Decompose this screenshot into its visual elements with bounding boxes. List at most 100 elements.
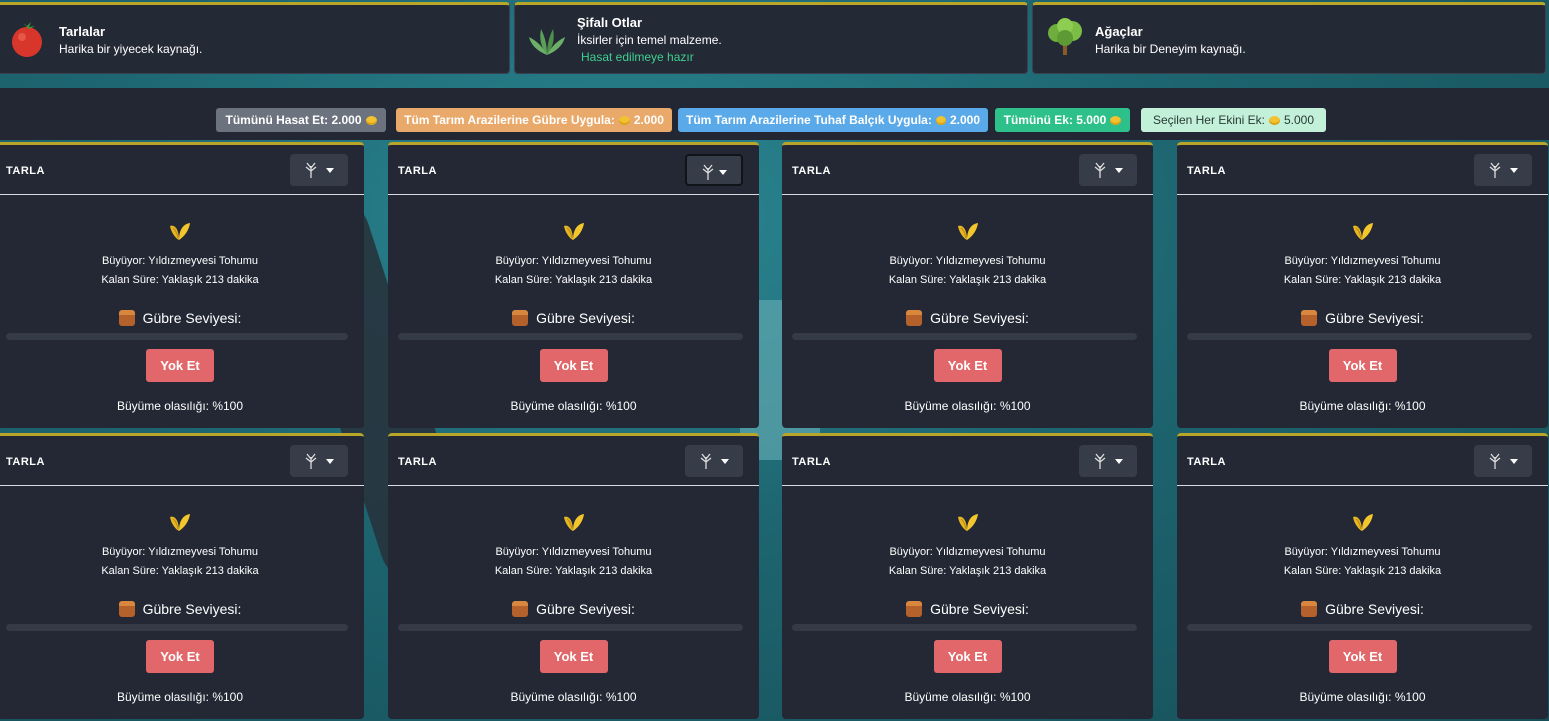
growth-chance-text: Büyüme olasılığı: %100 [904,399,1031,413]
starfruit-seed-icon [1352,223,1373,240]
starfruit-seed-icon [563,223,584,240]
plant-selected-label: Seçilen Her Ekini Ek: [1152,113,1265,127]
category-title: Tarlalar [59,24,106,39]
destroy-button[interactable]: Yok Et [539,640,608,673]
category-title: Ağaçlar [1095,24,1143,39]
growing-text: Büyüyor: Yıldızmeyvesi Tohumu [1284,546,1441,558]
feather-icon [702,164,714,180]
chevron-down-icon [721,459,729,464]
bulk-action-bar: Tümünü Hasat Et: 2.000 Tüm Tarım Arazile… [0,88,1549,140]
seed-dropdown[interactable] [1079,154,1137,186]
category-description: Harika bir yiyecek kaynağı. [59,42,203,56]
plot-header: TARLA [388,145,759,195]
harvest-all-button[interactable]: Tümünü Hasat Et: 2.000 [216,108,386,132]
remaining-time-text: Kalan Süre: Yaklaşık 213 dakika [1283,274,1442,286]
herb-icon [529,29,565,55]
coin-icon [365,115,377,125]
starfruit-seed-icon [170,223,190,240]
plot-header: TARLA [782,436,1153,486]
plot-card: TARLA Büyüyor: Yıldızmeyvesi Tohumu Kala… [1177,433,1548,719]
plot-title: TARLA [1187,165,1226,177]
fertilizer-level-row: Gübre Seviyesi: [388,601,759,617]
chevron-down-icon [326,168,334,173]
remaining-time-text: Kalan Süre: Yaklaşık 213 dakika [494,565,653,577]
growing-text: Büyüyor: Yıldızmeyvesi Tohumu [101,255,259,267]
remaining-time-text: Kalan Süre: Yaklaşık 213 dakika [101,565,259,577]
slime-all-label: Tüm Tarım Arazilerine Tuhaf Balçık Uygul… [686,113,932,127]
plot-title: TARLA [6,456,45,468]
fertilizer-level-label: Gübre Seviyesi: [930,601,1029,617]
growing-text: Büyüyor: Yıldızmeyvesi Tohumu [1284,255,1441,267]
seed-dropdown[interactable] [1474,154,1532,186]
growing-text: Büyüyor: Yıldızmeyvesi Tohumu [495,255,652,267]
slime-all-price: 2.000 [949,113,980,127]
plant-all-button[interactable]: Tümünü Ek: 5.000 [995,108,1130,132]
seed-dropdown[interactable] [290,445,348,477]
fertilizer-progress-bar [1187,624,1532,631]
plot-title: TARLA [398,165,437,177]
tomato-icon [12,22,42,57]
feather-icon [1489,453,1501,469]
category-card-trees[interactable]: Ağaçlar Harika bir Deneyim kaynağı. [1032,2,1546,74]
plot-card: TARLA Büyüyor: Yıldızmeyvesi Tohumu Kala… [782,142,1153,428]
seed-dropdown[interactable] [685,154,743,186]
destroy-button[interactable]: Yok Et [146,640,214,673]
plot-header: TARLA [0,436,364,486]
destroy-button[interactable]: Yok Et [539,349,608,382]
plot-title: TARLA [1187,456,1226,468]
chest-icon [118,601,135,617]
plot-header: TARLA [1177,436,1548,486]
coin-icon [1110,115,1122,125]
fertilizer-level-label: Gübre Seviyesi: [142,601,242,617]
harvest-ready-status: Hasat edilmeye hazır [581,50,694,64]
harvest-all-label: Tümünü Hasat Et: 2.000 [225,113,362,127]
remaining-time-text: Kalan Süre: Yaklaşık 213 dakika [101,274,259,286]
category-title: Şifalı Otlar [577,15,643,30]
growing-text: Büyüyor: Yıldızmeyvesi Tohumu [889,546,1046,558]
category-card-herbs[interactable]: Şifalı Otlar İksirler için temel malzeme… [514,2,1028,74]
fertilizer-progress-bar [6,624,348,631]
chest-icon [906,601,923,617]
starfruit-seed-icon [563,514,584,531]
slime-all-button[interactable]: Tüm Tarım Arazilerine Tuhaf Balçık Uygul… [678,108,988,132]
chevron-down-icon [1115,459,1123,464]
chevron-down-icon [1115,168,1123,173]
destroy-button[interactable]: Yok Et [1328,640,1397,673]
chevron-down-icon [719,170,727,175]
plot-card: TARLA Büyüyor: Yıldızmeyvesi Tohumu Kala… [388,142,759,428]
chest-icon [906,310,923,326]
starfruit-seed-icon [170,514,190,531]
seed-dropdown[interactable] [685,445,743,477]
feather-icon [1489,162,1501,178]
fertilizer-level-row: Gübre Seviyesi: [1177,310,1548,326]
growth-chance-text: Büyüme olasılığı: %100 [904,690,1031,704]
remaining-time-text: Kalan Süre: Yaklaşık 213 dakika [494,274,653,286]
fertilize-all-price: 2.000 [633,113,664,127]
seed-dropdown[interactable] [290,154,348,186]
category-card-fields[interactable]: Tarlalar Harika bir yiyecek kaynağı. [0,2,510,74]
fertilize-all-button[interactable]: Tüm Tarım Arazilerine Gübre Uygula: 2.00… [396,108,672,132]
plot-header: TARLA [1177,145,1548,195]
fertilizer-progress-bar [1187,333,1532,340]
plot-card: TARLA Büyüyor: Yıldızmeyvesi Tohumu Kala… [388,433,759,719]
chest-icon [512,310,529,326]
feather-icon [1094,162,1106,178]
destroy-button[interactable]: Yok Et [1328,349,1397,382]
destroy-button[interactable]: Yok Et [933,349,1002,382]
fertilizer-progress-bar [398,333,743,340]
seed-dropdown[interactable] [1474,445,1532,477]
destroy-button[interactable]: Yok Et [933,640,1002,673]
plot-card: TARLA Büyüyor: Yıldızmeyvesi Tohumu Kala… [782,433,1153,719]
growth-chance-text: Büyüme olasılığı: %100 [1299,690,1426,704]
destroy-button[interactable]: Yok Et [146,349,214,382]
growth-chance-text: Büyüme olasılığı: %100 [510,399,637,413]
remaining-time-text: Kalan Süre: Yaklaşık 213 dakika [1283,565,1442,577]
fertilizer-level-row: Gübre Seviyesi: [782,601,1153,617]
fertilizer-level-row: Gübre Seviyesi: [782,310,1153,326]
plant-selected-button[interactable]: Seçilen Her Ekini Ek: 5.000 [1141,108,1326,132]
plot-title: TARLA [792,165,831,177]
category-description: İksirler için temel malzeme. [577,33,722,47]
seed-dropdown[interactable] [1079,445,1137,477]
fertilizer-level-label: Gübre Seviyesi: [536,310,635,326]
feather-icon [700,453,712,469]
